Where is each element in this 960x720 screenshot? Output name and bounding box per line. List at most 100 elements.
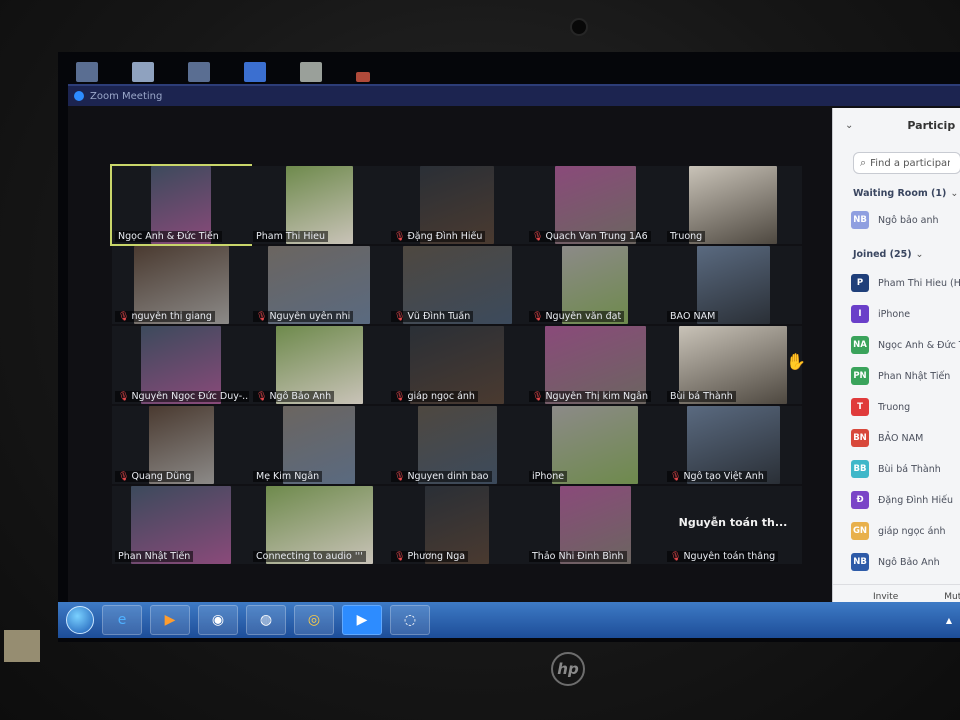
app-icon[interactable] [300,62,322,82]
participant-name-label: Truong [667,231,706,242]
taskbar: e ▶ ◉ ◍ ◎ ▶ ◌ ▲ [58,602,960,638]
panel-header: ⌄ Particip [833,108,960,142]
system-tray[interactable]: ▲ [946,616,952,625]
participant-name: BẢO NAM [670,311,716,322]
participant-tile[interactable]: Bùi bá Thành [664,326,802,404]
collapse-chevron-icon[interactable]: ⌄ [845,120,853,131]
participant-row[interactable]: GN giáp ngọc ánh [851,521,946,541]
participant-row[interactable]: T Truong [851,397,910,417]
word-icon[interactable] [244,62,266,82]
participant-row[interactable]: PN Phan Nhật Tiến [851,366,950,386]
mute-all-button[interactable]: Mut [944,592,960,602]
joined-header[interactable]: Joined (25) ⌄ [853,249,924,260]
participant-name-label: Pham Thi Hieu [253,231,328,242]
participant-search-input[interactable] [870,157,951,169]
participant-name-label: 🎙 Quach Van Trung 1A6 [529,231,651,242]
participant-tile[interactable]: Nguyễn toán th... 🎙 Nguyễn toán thắng [664,486,802,564]
avatar: NA [851,336,869,354]
avatar: T [851,398,869,416]
participant-name-label: 🎙 giáp ngọc ánh [391,391,478,402]
participant-name: Nguyễn toán thắng [683,551,776,562]
participant-tile[interactable]: 🎙 Đặng Đình Hiếu [388,166,526,244]
media-player-icon[interactable]: ▶ [150,605,190,635]
participant-name: iPhone [532,471,565,482]
app-icon[interactable] [188,62,210,82]
participant-name-label: 🎙 Nguyen dinh bao [391,471,492,482]
chrome-icon[interactable]: ◎ [294,605,334,635]
participant-row[interactable]: NB Ngô bảo anh [851,210,939,230]
participant-tile[interactable]: iPhone [526,406,664,484]
avatar: Đ [851,491,869,509]
participant-tile[interactable]: 🎙 Nguyễn văn đạt [526,246,664,324]
start-button[interactable] [66,606,94,634]
participant-row[interactable]: BB Bùi bá Thành [851,459,941,479]
participant-tile[interactable]: 🎙 nguyễn thị giang [112,246,250,324]
participant-tile[interactable]: 🎙 Nguyễn uyên nhi [250,246,388,324]
participants-panel: ⌄ Particip ⌕ Waiting Room (1)⌄ NBNgô bảo… [832,108,960,608]
participant-row[interactable]: NB Ngô Bảo Anh [851,552,940,572]
folder-icon[interactable] [76,62,98,82]
participant-name: Thảo Nhi Đinh Bình [532,551,624,562]
participant-row-name: Pham Thi Hieu (Ho [878,277,960,289]
participant-tile[interactable]: Thảo Nhi Đinh Bình [526,486,664,564]
participant-row[interactable]: NA Ngọc Anh & Đức T [851,335,960,355]
participant-tile[interactable]: Ngọc Anh & Đức Tiến [110,164,252,246]
participant-tile[interactable]: 🎙 Nguyễn Thị kim Ngân [526,326,664,404]
muted-mic-icon: 🎙 [394,311,406,322]
participant-name-label: Thảo Nhi Đinh Bình [529,551,627,562]
participant-video-grid: Ngọc Anh & Đức Tiến Pham Thi Hieu 🎙 Đặng Đì… [110,164,802,566]
internet-explorer-icon[interactable]: e [102,605,142,635]
app-icon[interactable]: ◌ [390,605,430,635]
participant-name-label: Ngọc Anh & Đức Tiến [115,231,222,242]
participant-name: Ngô Bảo Anh [269,391,332,402]
participant-tile[interactable]: 🎙 Vũ Đình Tuấn [388,246,526,324]
participant-row[interactable]: P Pham Thi Hieu (Ho [851,273,960,293]
participant-tile[interactable]: 🎙 Nguyen dinh bao [388,406,526,484]
participant-row[interactable]: IiPhone [851,304,910,324]
participant-row-name: iPhone [878,308,911,320]
participant-name-label: 🎙 Nguyễn Ngọc Đức Duy-... [115,391,249,402]
participant-tile[interactable]: Truong [664,166,802,244]
app-icon[interactable]: ◉ [198,605,238,635]
participant-row-name: Phan Nhật Tiến [878,370,951,382]
avatar: BN [851,429,869,447]
participant-tile[interactable]: 🎙 Ngô tạo Việt Anh [664,406,802,484]
participant-row[interactable]: Đ Đặng Đình Hiếu [851,490,953,510]
participant-name: Nguyễn uyên nhi [269,311,351,322]
participant-row[interactable]: BN BẢO NAM [851,428,923,448]
avatar: P [851,274,869,292]
participant-name-label: 🎙 Đặng Đình Hiếu [391,231,486,242]
participant-name: Bùi bá Thành [670,391,733,402]
participant-tile[interactable]: Mẹ Kim Ngân [250,406,388,484]
participant-tile[interactable]: 🎙 Ngô Bảo Anh [250,326,388,404]
muted-mic-icon: 🎙 [532,231,544,242]
zoom-taskbar-icon[interactable]: ▶ [342,605,382,635]
participant-name: giáp ngọc ánh [407,391,475,402]
app-icon[interactable] [132,62,154,82]
participant-name: Ngô tạo Việt Anh [683,471,764,482]
participant-tile[interactable]: Pham Thi Hieu [250,166,388,244]
app-icon[interactable]: ◍ [246,605,286,635]
screen: Zoom Meeting Ngọc Anh & Đức Tiến Pham Thi… [58,52,960,642]
participant-tile[interactable]: Connecting to audio ''' [250,486,388,564]
muted-mic-icon: 🎙 [394,391,406,402]
participant-name: Ngọc Anh & Đức Tiến [118,231,219,242]
participant-tile[interactable]: 🎙 Phương Nga [388,486,526,564]
participant-tile[interactable]: 🎙 Nguyễn Ngọc Đức Duy-... [112,326,250,404]
participant-tile[interactable]: 🎙 Quang Dũng [112,406,250,484]
participant-search[interactable]: ⌕ [853,152,960,174]
waiting-room-header[interactable]: Waiting Room (1) ⌄ [853,188,958,199]
participant-name-label: 🎙 Quang Dũng [115,471,195,482]
invite-button[interactable]: Invite [873,592,898,602]
muted-mic-icon: 🎙 [118,311,130,322]
participant-tile[interactable]: BẢO NAM [664,246,802,324]
avatar: BB [851,460,869,478]
window-titlebar[interactable]: Zoom Meeting [68,86,960,106]
avatar: NB [851,211,869,229]
participant-tile[interactable]: 🎙 giáp ngọc ánh [388,326,526,404]
muted-mic-icon: 🎙 [118,471,130,482]
webcam [570,18,588,36]
participant-tile[interactable]: Phan Nhật Tiến [112,486,250,564]
participant-tile[interactable]: 🎙 Quach Van Trung 1A6 [526,166,664,244]
app-icon[interactable] [356,72,370,82]
